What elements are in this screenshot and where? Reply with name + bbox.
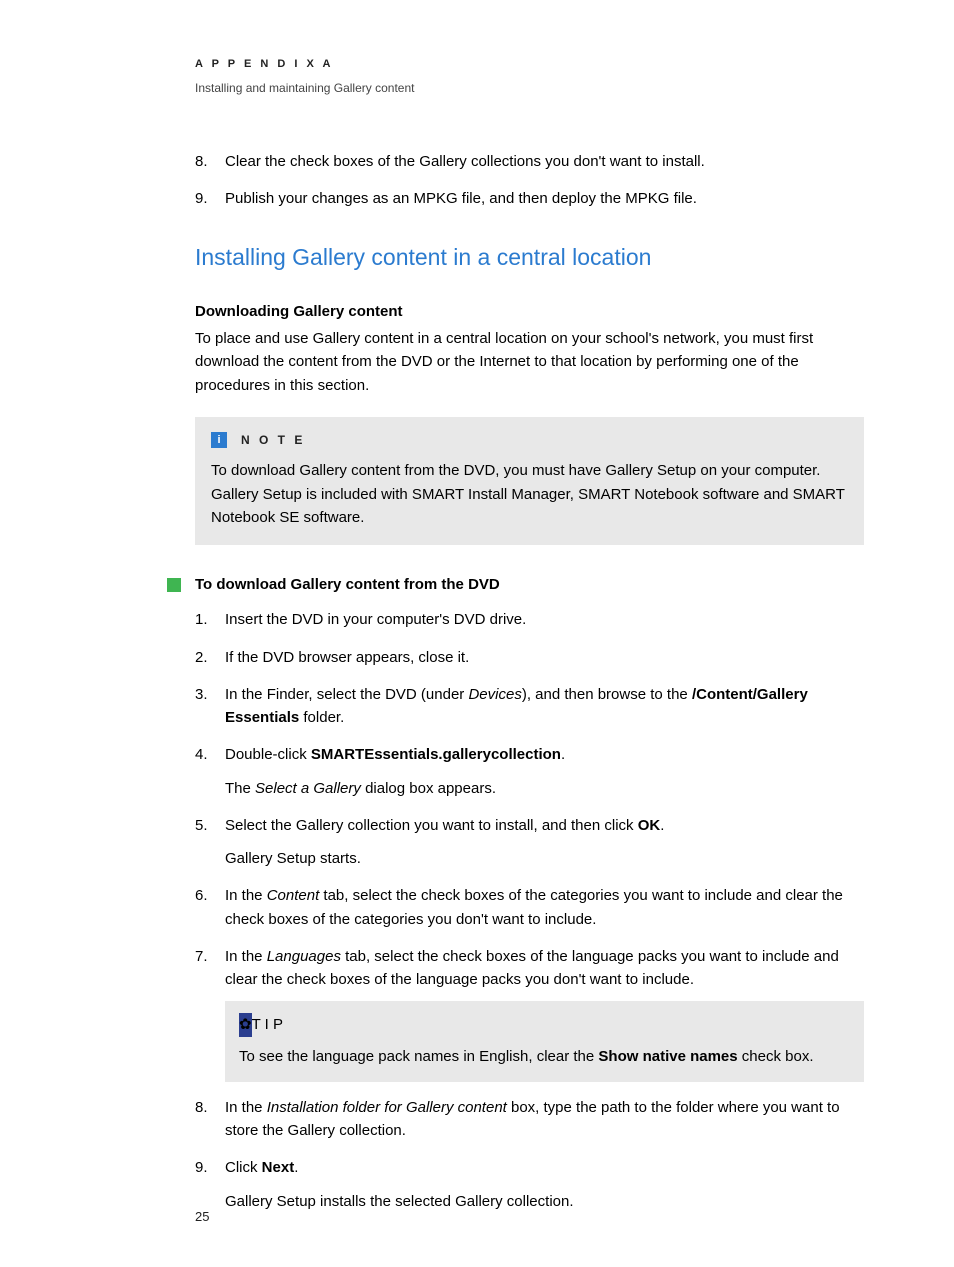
step-text: Click Next. [225, 1156, 864, 1179]
step-number: 6. [195, 884, 225, 931]
continued-list: 8. Clear the check boxes of the Gallery … [195, 150, 864, 211]
step-number: 4. [195, 743, 225, 766]
subsection-heading: Downloading Gallery content [195, 300, 864, 323]
step-result: Gallery Setup installs the selected Gall… [225, 1190, 864, 1213]
step-number: 8. [195, 1096, 225, 1143]
section-heading: Installing Gallery content in a central … [195, 240, 864, 276]
procedure-steps: 1. Insert the DVD in your computer's DVD… [195, 608, 864, 1213]
step-item: 1. Insert the DVD in your computer's DVD… [195, 608, 864, 631]
step-number: 9. [195, 1156, 225, 1179]
note-body: To download Gallery content from the DVD… [211, 459, 848, 529]
step-result: The Select a Gallery dialog box appears. [225, 777, 864, 800]
tip-icon: ✿ [239, 1013, 252, 1036]
step-number: 7. [195, 945, 225, 992]
main-content: 8. Clear the check boxes of the Gallery … [195, 150, 864, 1213]
step-number: 2. [195, 646, 225, 669]
list-item: 8. Clear the check boxes of the Gallery … [195, 150, 864, 173]
procedure-heading: To download Gallery content from the DVD [167, 573, 864, 596]
paragraph: To place and use Gallery content in a ce… [195, 327, 864, 397]
step-number: 3. [195, 683, 225, 730]
list-number: 8. [195, 150, 225, 173]
note-label: N O T E [241, 431, 305, 450]
step-text: In the Installation folder for Gallery c… [225, 1096, 864, 1143]
step-item: 5. Select the Gallery collection you wan… [195, 814, 864, 871]
tip-label: T I P [252, 1013, 283, 1036]
step-text: Select the Gallery collection you want t… [225, 814, 864, 837]
list-item: 9. Publish your changes as an MPKG file,… [195, 187, 864, 210]
step-result: Gallery Setup starts. [225, 847, 864, 870]
procedure-title: To download Gallery content from the DVD [195, 573, 500, 596]
step-number: 5. [195, 814, 225, 837]
tip-body: To see the language pack names in Englis… [239, 1045, 850, 1068]
step-text: Double-click SMARTEssentials.gallerycoll… [225, 743, 864, 766]
info-icon: i [211, 432, 227, 448]
step-text: In the Content tab, select the check box… [225, 884, 864, 931]
appendix-label: A P P E N D I X A [195, 56, 864, 73]
step-text: In the Languages tab, select the check b… [225, 945, 864, 992]
step-number: 1. [195, 608, 225, 631]
note-callout: i N O T E To download Gallery content fr… [195, 417, 864, 545]
page-number: 25 [195, 1207, 209, 1227]
step-text: If the DVD browser appears, close it. [225, 646, 864, 669]
procedure-marker-icon [167, 578, 181, 592]
step-item: 3. In the Finder, select the DVD (under … [195, 683, 864, 730]
step-item: 6. In the Content tab, select the check … [195, 884, 864, 931]
step-item: 4. Double-click SMARTEssentials.galleryc… [195, 743, 864, 800]
step-item: 8. In the Installation folder for Galler… [195, 1096, 864, 1143]
document-page: A P P E N D I X A Installing and maintai… [0, 0, 954, 1267]
list-number: 9. [195, 187, 225, 210]
step-text: In the Finder, select the DVD (under Dev… [225, 683, 864, 730]
list-text: Clear the check boxes of the Gallery col… [225, 150, 705, 173]
step-item: 2. If the DVD browser appears, close it. [195, 646, 864, 669]
header-subtitle: Installing and maintaining Gallery conte… [195, 79, 864, 98]
step-item: 7. In the Languages tab, select the chec… [195, 945, 864, 1082]
step-text: Insert the DVD in your computer's DVD dr… [225, 608, 864, 631]
step-item: 9. Click Next. Gallery Setup installs th… [195, 1156, 864, 1213]
tip-callout: ✿ T I P To see the language pack names i… [225, 1001, 864, 1082]
list-text: Publish your changes as an MPKG file, an… [225, 187, 697, 210]
page-header: A P P E N D I X A Installing and maintai… [195, 56, 864, 98]
